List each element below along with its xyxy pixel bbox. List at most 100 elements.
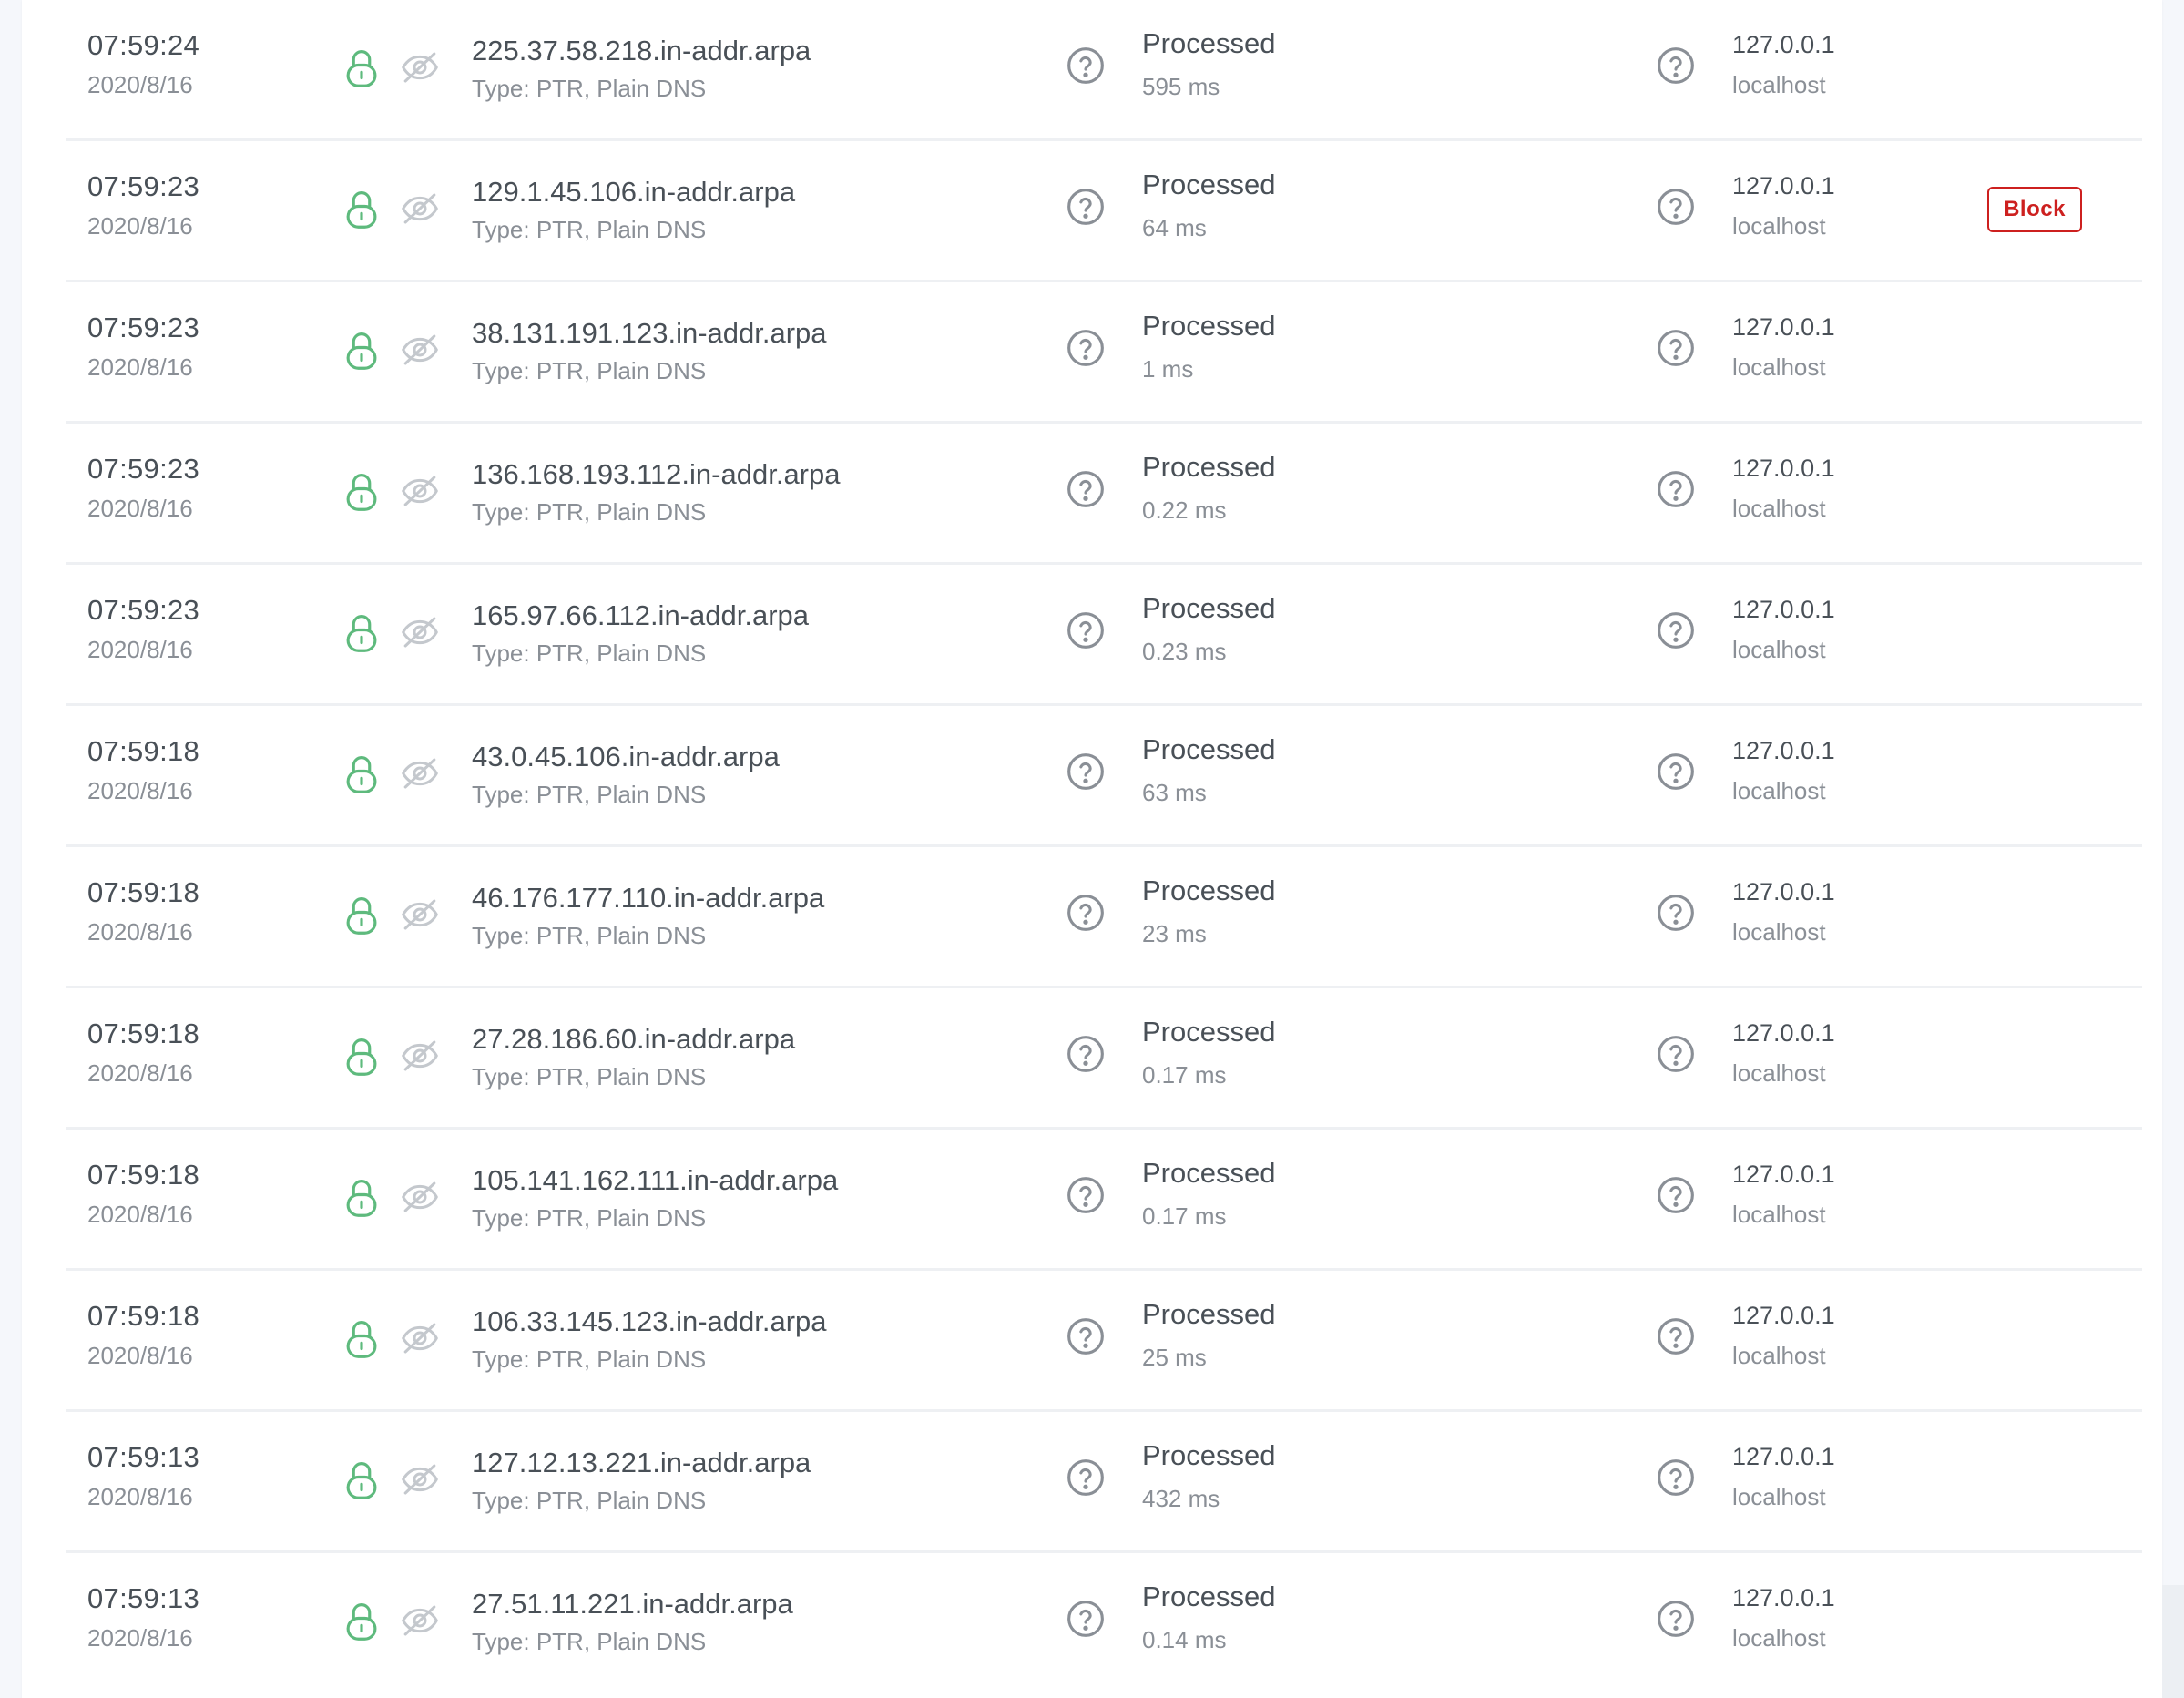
lock-icon <box>342 189 381 230</box>
question-circle-icon[interactable] <box>1066 46 1106 86</box>
request-type: Type: PTR, Plain DNS <box>472 639 707 667</box>
response-status: Processed <box>1142 1157 1276 1189</box>
lock-icon <box>342 1177 381 1219</box>
query-log-row: 07:59:13 2020/8/16 127.12.13.221.in-addr… <box>66 1412 2142 1553</box>
question-circle-icon[interactable] <box>1656 1034 1696 1074</box>
request-date: 2020/8/16 <box>87 636 193 663</box>
question-circle-icon[interactable] <box>1066 328 1106 368</box>
client-ip: 127.0.0.1 <box>1732 31 1835 58</box>
question-circle-icon[interactable] <box>1656 610 1696 650</box>
request-domain: 136.168.193.112.in-addr.arpa <box>472 458 841 490</box>
eye-off-icon <box>399 1320 441 1356</box>
client-ip: 127.0.0.1 <box>1732 737 1835 764</box>
response-elapsed: 595 ms <box>1142 73 1220 100</box>
question-circle-icon[interactable] <box>1656 752 1696 792</box>
question-circle-icon[interactable] <box>1656 893 1696 933</box>
question-circle-icon[interactable] <box>1066 752 1106 792</box>
client-ip: 127.0.0.1 <box>1732 1019 1835 1047</box>
client-ip: 127.0.0.1 <box>1732 596 1835 623</box>
question-circle-icon[interactable] <box>1066 1458 1106 1498</box>
question-circle-icon[interactable] <box>1066 893 1106 933</box>
request-time: 07:59:23 <box>87 170 200 202</box>
response-elapsed: 25 ms <box>1142 1344 1207 1371</box>
eye-off-icon <box>399 332 441 368</box>
request-domain: 27.51.11.221.in-addr.arpa <box>472 1588 793 1620</box>
response-elapsed: 0.22 ms <box>1142 496 1227 524</box>
client-name: localhost <box>1732 212 1826 240</box>
question-circle-icon[interactable] <box>1066 610 1106 650</box>
question-circle-icon[interactable] <box>1066 1175 1106 1215</box>
client-name: localhost <box>1732 1483 1826 1510</box>
response-elapsed: 23 ms <box>1142 920 1207 947</box>
request-domain: 105.141.162.111.in-addr.arpa <box>472 1164 839 1196</box>
request-domain: 27.28.186.60.in-addr.arpa <box>472 1023 796 1055</box>
request-time: 07:59:18 <box>87 876 200 908</box>
client-ip: 127.0.0.1 <box>1732 1443 1835 1470</box>
eye-off-icon <box>399 755 441 792</box>
client-ip: 127.0.0.1 <box>1732 1584 1835 1611</box>
request-date: 2020/8/16 <box>87 1059 193 1087</box>
block-button[interactable]: Block <box>1987 187 2082 232</box>
eye-off-icon <box>399 896 441 933</box>
response-status: Processed <box>1142 310 1276 342</box>
client-name: localhost <box>1732 1201 1826 1228</box>
client-name: localhost <box>1732 495 1826 522</box>
request-date: 2020/8/16 <box>87 353 193 381</box>
query-log-row: 07:59:24 2020/8/16 225.37.58.218.in-addr… <box>66 0 2142 141</box>
lock-icon <box>342 1318 381 1360</box>
request-time: 07:59:18 <box>87 1018 200 1049</box>
response-elapsed: 432 ms <box>1142 1485 1220 1512</box>
question-circle-icon[interactable] <box>1066 1599 1106 1639</box>
request-domain: 38.131.191.123.in-addr.arpa <box>472 317 827 349</box>
question-circle-icon[interactable] <box>1656 1316 1696 1356</box>
question-circle-icon[interactable] <box>1066 1316 1106 1356</box>
request-domain: 127.12.13.221.in-addr.arpa <box>472 1447 811 1478</box>
question-circle-icon[interactable] <box>1656 469 1696 509</box>
request-time: 07:59:23 <box>87 453 200 485</box>
request-type: Type: PTR, Plain DNS <box>472 1204 707 1232</box>
response-elapsed: 0.23 ms <box>1142 638 1227 665</box>
request-date: 2020/8/16 <box>87 777 193 804</box>
request-type: Type: PTR, Plain DNS <box>472 1487 707 1514</box>
question-circle-icon[interactable] <box>1656 1599 1696 1639</box>
query-log-row: 07:59:18 2020/8/16 106.33.145.123.in-add… <box>66 1271 2142 1412</box>
request-time: 07:59:13 <box>87 1441 200 1473</box>
request-time: 07:59:18 <box>87 1300 200 1332</box>
request-date: 2020/8/16 <box>87 212 193 240</box>
request-type: Type: PTR, Plain DNS <box>472 1063 707 1090</box>
request-type: Type: PTR, Plain DNS <box>472 75 707 102</box>
question-circle-icon[interactable] <box>1656 187 1696 227</box>
scrollbar[interactable] <box>2162 1585 2184 1698</box>
client-name: localhost <box>1732 71 1826 98</box>
response-status: Processed <box>1142 592 1276 624</box>
request-domain: 165.97.66.112.in-addr.arpa <box>472 599 810 631</box>
lock-icon <box>342 753 381 795</box>
question-circle-icon[interactable] <box>1656 46 1696 86</box>
client-name: localhost <box>1732 1059 1826 1087</box>
response-elapsed: 0.14 ms <box>1142 1626 1227 1653</box>
response-elapsed: 0.17 ms <box>1142 1061 1227 1089</box>
question-circle-icon[interactable] <box>1066 187 1106 227</box>
eye-off-icon <box>399 614 441 650</box>
client-ip: 127.0.0.1 <box>1732 1161 1835 1188</box>
client-name: localhost <box>1732 777 1826 804</box>
request-date: 2020/8/16 <box>87 918 193 946</box>
request-date: 2020/8/16 <box>87 1342 193 1369</box>
eye-off-icon <box>399 1461 441 1498</box>
request-type: Type: PTR, Plain DNS <box>472 1628 707 1655</box>
eye-off-icon <box>399 49 441 86</box>
lock-icon <box>342 1601 381 1642</box>
query-log-row: 07:59:18 2020/8/16 105.141.162.111.in-ad… <box>66 1130 2142 1271</box>
question-circle-icon[interactable] <box>1066 1034 1106 1074</box>
request-time: 07:59:23 <box>87 312 200 343</box>
response-elapsed: 1 ms <box>1142 355 1194 383</box>
question-circle-icon[interactable] <box>1066 469 1106 509</box>
eye-off-icon <box>399 1179 441 1215</box>
question-circle-icon[interactable] <box>1656 1175 1696 1215</box>
question-circle-icon[interactable] <box>1656 1458 1696 1498</box>
request-date: 2020/8/16 <box>87 495 193 522</box>
query-log-row: 07:59:18 2020/8/16 43.0.45.106.in-addr.a… <box>66 706 2142 847</box>
question-circle-icon[interactable] <box>1656 328 1696 368</box>
request-type: Type: PTR, Plain DNS <box>472 498 707 526</box>
eye-off-icon <box>399 473 441 509</box>
